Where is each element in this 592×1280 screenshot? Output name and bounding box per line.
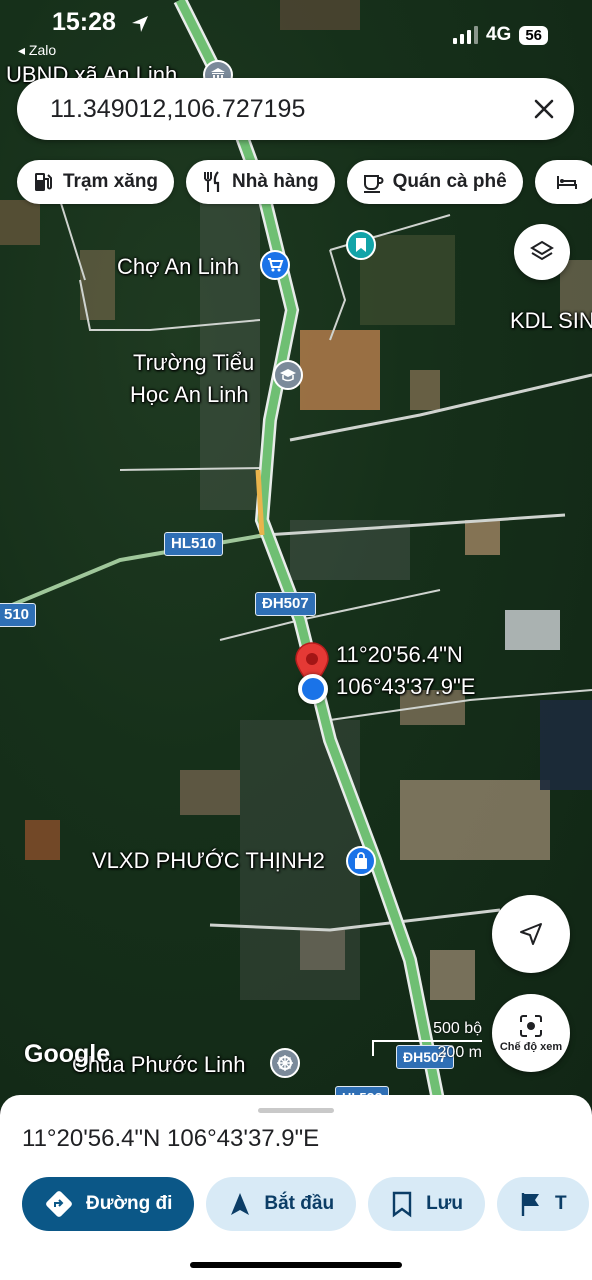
- chip-label: Trạm xăng: [63, 171, 159, 192]
- label-button[interactable]: T: [497, 1177, 589, 1231]
- chip-restaurant[interactable]: Nhà hàng: [186, 160, 335, 204]
- scale-label-m: 200 m: [437, 1044, 482, 1061]
- chip-label: Nhà hàng: [232, 171, 319, 192]
- directions-label: Đường đi: [86, 1193, 173, 1214]
- place-label-kdl[interactable]: KDL SIN: [510, 308, 592, 334]
- bookmark-poi-icon[interactable]: [346, 230, 376, 260]
- save-button[interactable]: Lưu: [368, 1177, 486, 1231]
- coffee-icon: [363, 175, 384, 193]
- place-label-vlxd[interactable]: VLXD PHƯỚC THỊNH2: [92, 848, 325, 874]
- bookmark-icon: [392, 1191, 412, 1218]
- chip-label: Quán cà phê: [392, 171, 507, 192]
- google-logo: Google: [24, 1040, 111, 1068]
- bed-icon: [556, 176, 577, 189]
- restaurant-icon: [204, 171, 220, 192]
- signal-strength-icon: [452, 26, 478, 44]
- save-label: Lưu: [426, 1193, 464, 1214]
- gas-station-icon: [35, 173, 52, 191]
- label-button-text: T: [555, 1193, 567, 1214]
- dharma-wheel-icon[interactable]: [270, 1048, 300, 1078]
- pin-longitude-label: 106°43'37.9"E: [336, 674, 476, 699]
- pin-latitude-label: 11°20'56.4"N: [336, 642, 463, 667]
- view-mode-button[interactable]: Chế độ xem: [492, 994, 570, 1072]
- location-arrow-icon: [130, 14, 150, 39]
- lens-icon: [520, 1015, 542, 1037]
- school-poi-icon[interactable]: [273, 360, 303, 390]
- start-label: Bắt đầu: [264, 1193, 335, 1214]
- status-indicators: 4G 56: [452, 24, 548, 46]
- scale-bar: 500 bộ 200 m: [372, 1020, 482, 1061]
- layers-icon: [530, 240, 554, 261]
- place-bottom-sheet[interactable]: 11°20'56.4"N 106°43'37.9"E Đường đi Bắt …: [0, 1095, 592, 1280]
- start-button[interactable]: Bắt đầu: [206, 1177, 357, 1231]
- navigation-arrow-icon: [520, 923, 542, 945]
- back-to-app-link[interactable]: ◂ Zalo: [18, 42, 56, 59]
- road-shield-dh507: ĐH507: [255, 592, 316, 616]
- status-time: 15:28: [52, 8, 116, 36]
- place-label-market[interactable]: Chợ An Linh: [117, 254, 239, 280]
- road-shield-510-left: 510: [0, 603, 37, 627]
- scale-label-bo: 500 bộ: [433, 1020, 482, 1037]
- navigation-arrow-icon: [231, 1193, 250, 1215]
- battery-level: 56: [519, 25, 548, 45]
- map-layers-button[interactable]: [514, 224, 570, 280]
- search-input[interactable]: 11.349012,106.727195: [50, 95, 514, 124]
- directions-button[interactable]: Đường đi: [22, 1177, 195, 1231]
- view-mode-label: Chế độ xem: [499, 1041, 563, 1053]
- road-shield-hl510: HL510: [164, 532, 224, 556]
- chip-gas-station[interactable]: Trạm xăng: [17, 160, 175, 204]
- category-chips: Trạm xăng Nhà hàng Quán cà phê: [17, 160, 592, 204]
- search-bar[interactable]: 11.349012,106.727195: [17, 78, 574, 140]
- directions-icon: [46, 1191, 72, 1217]
- place-label-school-line1[interactable]: Trường Tiểu: [133, 350, 254, 376]
- chip-coffee[interactable]: Quán cà phê: [346, 160, 523, 204]
- network-type: 4G: [485, 24, 512, 45]
- sheet-drag-handle[interactable]: [258, 1108, 334, 1113]
- action-buttons: Đường đi Bắt đầu Lưu T: [22, 1177, 589, 1231]
- shopping-cart-icon[interactable]: [260, 250, 290, 280]
- current-location-dot[interactable]: [298, 674, 328, 704]
- home-indicator[interactable]: [190, 1262, 402, 1268]
- coordinates-title: 11°20'56.4"N 106°43'37.9"E: [22, 1125, 320, 1152]
- flag-icon: [521, 1193, 540, 1216]
- close-icon[interactable]: [514, 79, 574, 139]
- my-location-button[interactable]: [492, 895, 570, 973]
- shopping-bag-poi-icon[interactable]: [346, 846, 376, 876]
- place-label-school-line2[interactable]: Học An Linh: [130, 382, 249, 408]
- chip-hotel[interactable]: [534, 160, 592, 204]
